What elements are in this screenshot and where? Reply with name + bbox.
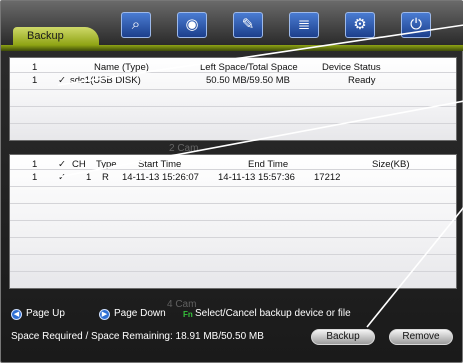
disk-icon[interactable]: ◉ (177, 12, 207, 38)
file-row-index: 1 (32, 172, 38, 183)
file-row-size: 17212 (314, 172, 341, 183)
page-down-icon[interactable]: ▶ (99, 309, 110, 320)
tab-underline (1, 45, 463, 51)
cam2-watermark: 2 Cam (169, 143, 199, 154)
device-header-name: Name (Type) (94, 62, 149, 73)
page-up-label[interactable]: Page Up (26, 308, 65, 319)
tab-backup[interactable]: Backup (13, 27, 99, 45)
toolbar: Backup ⌕ ◉ ✎ ≣ ⚙ ⏻ (1, 1, 463, 45)
file-header-start: Start Time (138, 159, 182, 170)
device-row-checkbox[interactable]: ✓ (58, 75, 66, 86)
file-row-checkbox[interactable]: ✓ (58, 172, 66, 183)
device-row-status: Ready (348, 75, 376, 86)
page-down-label[interactable]: Page Down (114, 308, 166, 319)
file-row-end: 14-11-13 15:57:36 (218, 172, 295, 183)
list-icon[interactable]: ≣ (289, 12, 319, 38)
device-row-space: 50.50 MB/59.50 MB (206, 75, 290, 86)
device-header-index: 1 (32, 62, 38, 73)
backup-window: Backup ⌕ ◉ ✎ ≣ ⚙ ⏻ 1 Name (Type) Left Sp… (0, 0, 463, 363)
remove-button[interactable]: Remove (389, 329, 453, 345)
device-row-index: 1 (32, 75, 38, 86)
hdd-settings-icon[interactable]: ⚙ (345, 12, 375, 38)
page-up-icon[interactable]: ◀ (11, 309, 22, 320)
camera-search-icon[interactable]: ⌕ (121, 12, 151, 38)
file-row-type: R (102, 172, 109, 183)
file-table: 1 ✓ CH Type Start Time End Time Size(KB)… (9, 154, 457, 289)
file-row-ch: 1 (86, 172, 92, 183)
device-row-name[interactable]: sdc1(USB DISK) (70, 75, 141, 86)
file-header-type: Type (96, 159, 117, 170)
device-table: 1 Name (Type) Left Space/Total Space Dev… (9, 57, 457, 141)
device-header-status: Device Status (322, 62, 381, 73)
fn-key-icon: Fn (183, 310, 193, 319)
file-header-end: End Time (248, 159, 289, 170)
file-header-ch: CH (72, 159, 86, 170)
wrench-icon[interactable]: ✎ (233, 12, 263, 38)
fn-hint: Select/Cancel backup device or file (195, 308, 351, 319)
file-header-checkbox[interactable]: ✓ (58, 159, 66, 170)
cam4-watermark: 4 Cam (167, 299, 197, 310)
device-header-space: Left Space/Total Space (200, 62, 298, 73)
backup-button[interactable]: Backup (311, 329, 375, 345)
space-status: Space Required / Space Remaining: 18.91 … (11, 331, 264, 342)
file-row-start[interactable]: 14-11-13 15:26:07 (122, 172, 199, 183)
file-header-size: Size(KB) (372, 159, 410, 170)
file-header-index: 1 (32, 159, 38, 170)
power-icon[interactable]: ⏻ (401, 12, 431, 38)
